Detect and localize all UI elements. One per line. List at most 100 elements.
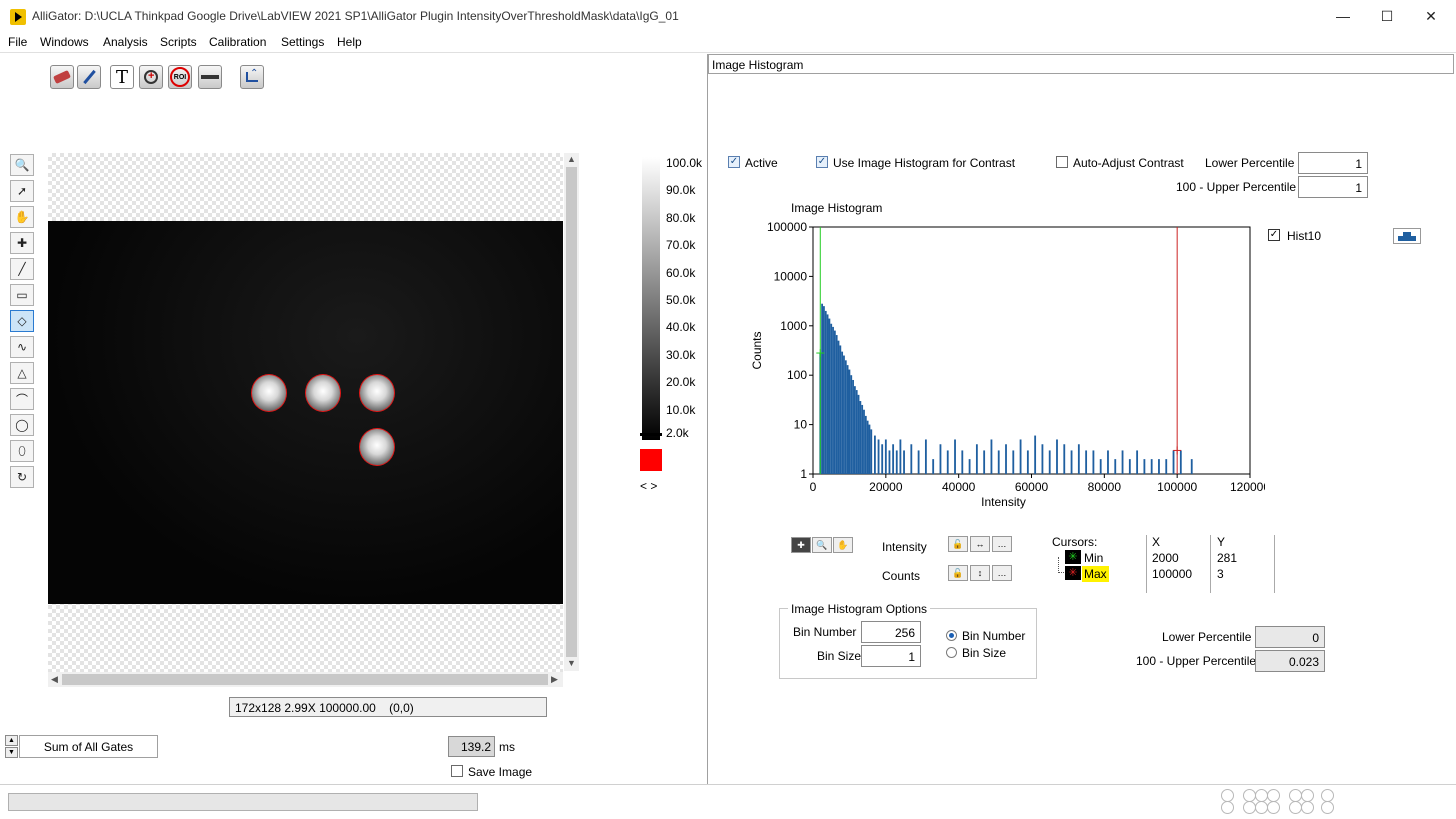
upper-percentile-field[interactable]: 1 [1298,176,1368,198]
magnifier-icon: 🔍 [816,539,828,550]
scroll-up-icon[interactable]: ▲ [567,154,576,164]
line-profile-button[interactable] [198,65,222,89]
bin-number-field[interactable]: 256 [861,621,921,643]
min-cursor-name[interactable]: Min [1084,551,1103,565]
close-button[interactable]: ✕ [1408,0,1454,32]
lower-percentile-label: Lower Percentile [1205,156,1295,170]
annulus-tool[interactable]: ↻ [10,466,34,488]
select-tool[interactable]: ➚ [10,180,34,202]
point-tool[interactable]: ✚ [10,232,34,254]
image-horizontal-scrollbar[interactable]: ◀ ▶ [48,672,563,687]
colorbar-tick-label: 90.0k [666,183,696,198]
roi-spot[interactable] [359,374,395,412]
colorbar-min-marker[interactable] [640,433,662,436]
lasso-add-button[interactable]: + [139,65,163,89]
result-upper-percentile-field: 0.023 [1255,650,1325,672]
histogram-bar [1085,450,1088,474]
menu-calibration[interactable]: Calibration [209,35,266,49]
cursor-y-header: Y [1217,535,1226,549]
panel-splitter[interactable] [707,54,708,784]
scroll-down-icon[interactable]: ▼ [567,658,576,668]
freehand-region-tool[interactable]: ◯ [10,414,34,436]
histogram-chart[interactable]: 0 20000 40000 60000 80000 100000 120000 1 10 100 1… [745,215,1265,520]
max-cursor-icon[interactable]: ✳ [1065,566,1081,580]
polygon-tool[interactable]: △ [10,362,34,384]
menu-windows[interactable]: Windows [40,35,89,49]
x-tick-label: 40000 [942,480,976,494]
gate-up-button[interactable]: ▲ [5,735,18,746]
menu-analysis[interactable]: Analysis [103,35,148,49]
scroll-thumb[interactable] [566,167,577,657]
lasso-plus-icon: + [144,70,158,84]
line-tool[interactable]: ╱ [10,258,34,280]
scroll-left-icon[interactable]: ◀ [51,674,58,685]
saturation-color-swatch[interactable] [640,449,662,471]
histogram-bar [881,444,884,474]
pan-tool[interactable]: ✋ [10,206,34,228]
graph-zoom-tool[interactable]: 🔍 [812,537,832,553]
histogram-bar [868,424,871,474]
gate-down-button[interactable]: ▼ [5,747,18,758]
intensity-image[interactable] [48,221,563,604]
histogram-options-group [779,608,1037,679]
auto-adjust-checkbox[interactable] [1056,156,1068,168]
histogram-bar [866,420,869,474]
text-tool-button[interactable]: T [110,65,134,89]
bin-size-field[interactable]: 1 [861,645,921,667]
active-checkbox[interactable]: ✓ [728,156,740,168]
roi-button[interactable]: ROI [168,65,192,89]
legend-plot-style-icon[interactable] [1393,228,1421,244]
x-format-button[interactable]: … [992,536,1012,552]
menu-help[interactable]: Help [337,35,362,49]
rotated-rectangle-tool[interactable]: ◇ [10,310,34,332]
roi-spot[interactable] [359,428,395,466]
max-cursor-name[interactable]: Max [1082,566,1109,582]
bin-size-radio[interactable] [946,647,957,658]
status-indicator-dot [1267,801,1280,814]
image-vertical-scrollbar[interactable]: ▲ ▼ [564,153,579,671]
menu-settings[interactable]: Settings [281,35,324,49]
histogram-bar [961,450,964,474]
image-status: 172x128 2.99X 100000.00 (0,0) [229,697,547,717]
x-axis-label: Intensity [981,495,1026,509]
graph-pan-tool[interactable]: ✋ [833,537,853,553]
cursor-move-tool[interactable]: ✚ [791,537,811,553]
histogram-bar [939,444,942,474]
histogram-tool-button[interactable]: ⌃ [240,65,264,89]
menu-file[interactable]: File [8,35,27,49]
freehand-line-tool[interactable]: ∿ [10,336,34,358]
histogram-bar [843,355,845,474]
histogram-bar [826,314,829,474]
save-image-checkbox[interactable] [451,765,463,777]
brush-tool-button[interactable] [77,65,101,89]
minimize-button[interactable]: — [1320,0,1366,32]
y-format-button[interactable]: … [992,565,1012,581]
roi-spot[interactable] [251,374,287,412]
menu-scripts[interactable]: Scripts [160,35,197,49]
colormap-arrows[interactable]: < > [640,479,657,493]
legend-checkbox[interactable]: ✓ [1268,229,1280,241]
colorbar[interactable] [642,157,660,440]
colorbar-tick-label: 80.0k [666,210,696,225]
maximize-button[interactable]: ☐ [1364,0,1410,32]
gate-selector[interactable]: Sum of All Gates [19,735,158,758]
rectangle-tool[interactable]: ▭ [10,284,34,306]
y-autoscale-button[interactable]: ↕ [970,565,990,581]
exposure-field[interactable]: 139.2 [448,736,495,757]
scroll-right-icon[interactable]: ▶ [551,674,558,685]
y-lock-button[interactable]: 🔓 [948,565,968,581]
scroll-thumb[interactable] [62,674,548,685]
oval-tool[interactable]: ⬯ [10,440,34,462]
histogram-bar [821,303,824,474]
x-autoscale-button[interactable]: ↔ [970,536,990,552]
bin-number-radio[interactable] [946,630,957,641]
zoom-tool[interactable]: 🔍 [10,154,34,176]
x-lock-button[interactable]: 🔓 [948,536,968,552]
curve-tool[interactable]: ⌒ [10,388,34,410]
roi-spot[interactable] [305,374,341,412]
eraser-tool-button[interactable] [50,65,74,89]
use-histogram-checkbox[interactable]: ✓ [816,156,828,168]
min-cursor-icon[interactable]: ✳ [1065,550,1081,564]
lower-percentile-field[interactable]: 1 [1298,152,1368,174]
histogram-bar [1143,459,1146,474]
